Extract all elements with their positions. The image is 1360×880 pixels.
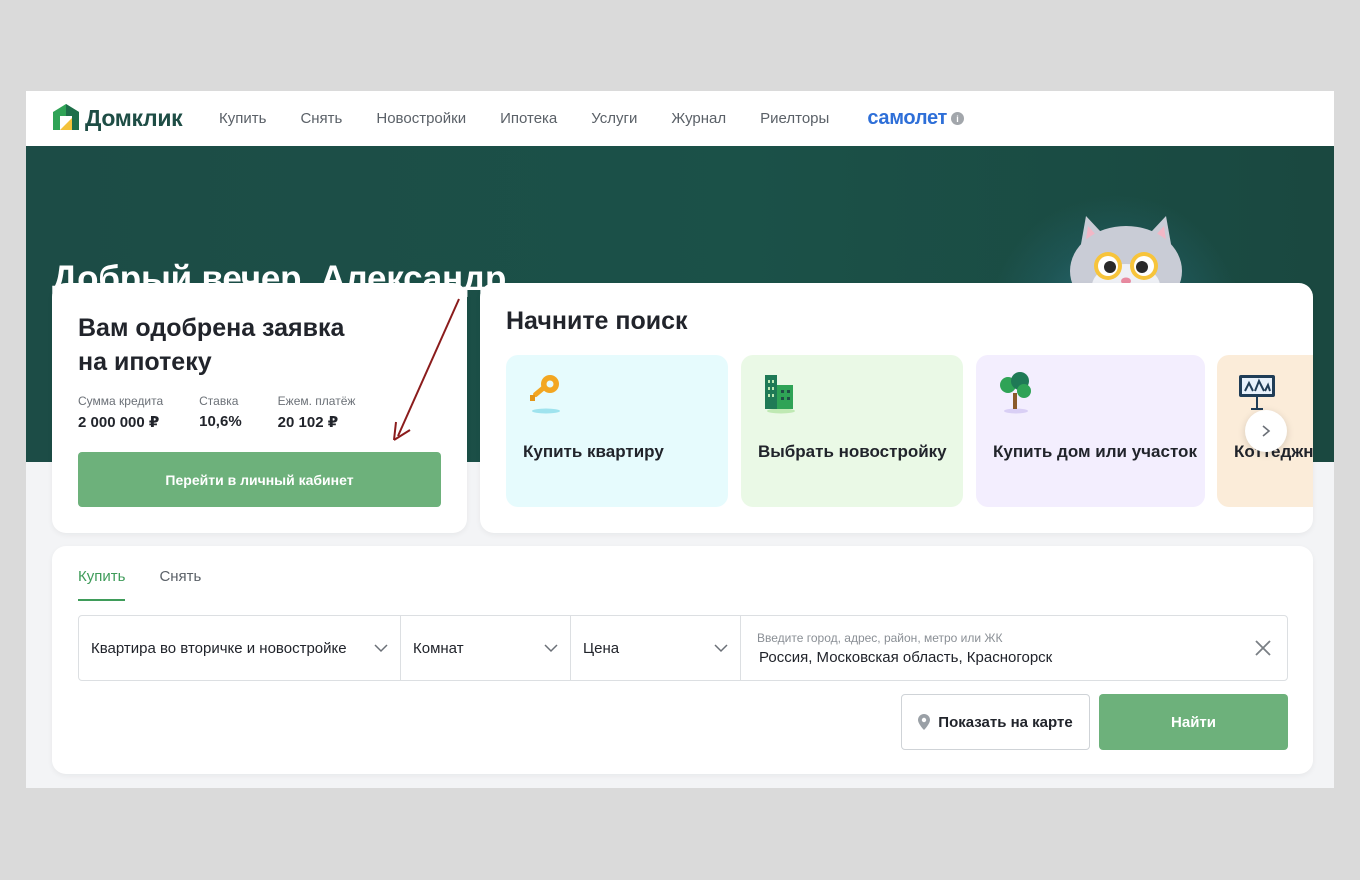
property-type-select[interactable]: Квартира во вторичке и новостройке	[79, 616, 401, 680]
chevron-down-icon	[374, 644, 388, 653]
close-icon[interactable]	[1253, 638, 1273, 658]
tree-icon	[1000, 372, 1031, 414]
nav-item-buy[interactable]: Купить	[219, 110, 266, 127]
search-form-card: Купить Снять Квартира во вторичке и ново…	[52, 546, 1313, 774]
approval-title: Вам одобрена заявка на ипотеку	[78, 314, 345, 376]
stat-value: 10,6%	[199, 413, 242, 430]
rooms-select[interactable]: Комнат	[401, 616, 571, 680]
nav-item-rent[interactable]: Снять	[300, 110, 342, 127]
price-value: Цена	[583, 639, 620, 657]
logo-house-icon	[53, 104, 79, 130]
tile-new-buildings[interactable]: Выбрать новостройку	[741, 355, 963, 507]
building-icon	[765, 375, 795, 414]
location-input[interactable]: Введите город, адрес, район, метро или Ж…	[741, 616, 1287, 680]
nav-item-journal[interactable]: Журнал	[671, 110, 726, 127]
tile-label: Купить дом или участок	[993, 442, 1197, 461]
stat-monthly-payment: Ежем. платёж 20 102 ₽	[278, 394, 356, 431]
stat-label: Сумма кредита	[78, 394, 164, 408]
loan-stats: Сумма кредита 2 000 000 ₽ Ставка 10,6% Е…	[78, 394, 391, 431]
main-nav: Купить Снять Новостройки Ипотека Услуги …	[219, 91, 965, 146]
start-search-card: Начните поиск Купить квартиру Выбрать но…	[480, 283, 1313, 533]
nav-item-new-buildings[interactable]: Новостройки	[376, 110, 466, 127]
stat-loan-amount: Сумма кредита 2 000 000 ₽	[78, 394, 163, 431]
stat-value: 2 000 000 ₽	[78, 414, 160, 431]
property-type-value: Квартира во вторичке и новостройке	[91, 639, 347, 657]
deal-type-tabs: Купить Снять	[78, 568, 235, 601]
info-icon[interactable]: i	[951, 112, 965, 125]
chevron-right-icon	[1262, 425, 1271, 437]
location-value: Россия, Московская область, Красногорск	[759, 649, 1053, 666]
chevron-down-icon	[544, 644, 558, 653]
rooms-value: Комнат	[413, 639, 464, 657]
tile-buy-apartment[interactable]: Купить квартиру	[506, 355, 728, 507]
nav-item-mortgage[interactable]: Ипотека	[500, 110, 557, 127]
tile-house-or-plot[interactable]: Купить дом или участок	[976, 355, 1205, 507]
carousel-next-button[interactable]	[1245, 410, 1287, 452]
start-search-title: Начните поиск	[506, 307, 688, 335]
tile-label: Выбрать новостройку	[758, 442, 947, 461]
nav-item-realtors[interactable]: Риелторы	[760, 110, 829, 127]
go-to-account-button[interactable]: Перейти в личный кабинет	[78, 452, 441, 507]
tile-label: Купить квартиру	[523, 442, 664, 461]
billboard-icon	[1239, 375, 1275, 410]
top-navigation-bar: Домклик Купить Снять Новостройки Ипотека…	[26, 91, 1334, 146]
find-button[interactable]: Найти	[1099, 694, 1288, 750]
stat-label: Ставка	[199, 394, 239, 408]
page-frame: Домклик Купить Снять Новостройки Ипотека…	[26, 91, 1334, 788]
domclick-logo[interactable]: Домклик	[51, 102, 183, 134]
map-button-label: Показать на карте	[938, 713, 1073, 731]
price-select[interactable]: Цена	[571, 616, 741, 680]
location-placeholder: Введите город, адрес, район, метро или Ж…	[757, 631, 1003, 645]
nav-item-services[interactable]: Услуги	[591, 110, 637, 127]
stat-rate: Ставка 10,6%	[199, 394, 242, 431]
chevron-down-icon	[714, 644, 728, 653]
show-on-map-button[interactable]: Показать на карте	[901, 694, 1090, 750]
tab-buy[interactable]: Купить	[78, 568, 126, 601]
tab-rent[interactable]: Снять	[159, 568, 201, 601]
partner-samolet-logo: самолет	[867, 107, 948, 129]
partner-samolet-link[interactable]: самолет i	[867, 107, 965, 130]
search-fields: Квартира во вторичке и новостройке Комна…	[78, 615, 1288, 681]
stat-label: Ежем. платёж	[277, 394, 356, 408]
key-icon	[530, 375, 560, 414]
mortgage-approval-card: Вам одобрена заявка на ипотеку Сумма кре…	[52, 283, 467, 533]
stat-value: 20 102 ₽	[277, 414, 339, 431]
logo-text: Домклик	[85, 104, 183, 131]
location-pin-icon	[918, 714, 931, 730]
